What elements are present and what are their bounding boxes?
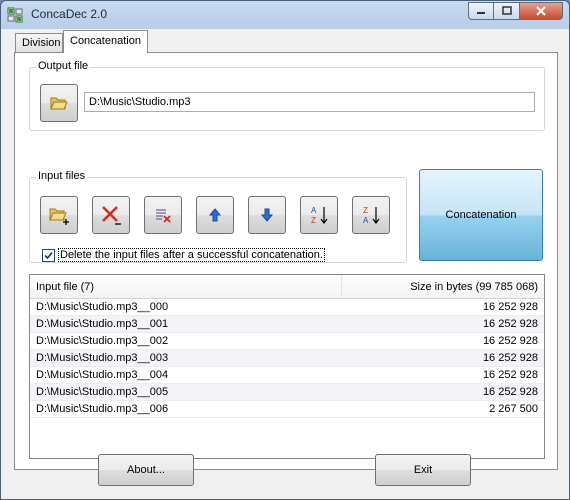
add-folder-icon [49, 208, 69, 225]
input-files-group: Input files A Z Z A Delete the input fil… [29, 170, 407, 263]
open-folder-icon [50, 97, 68, 110]
size-cell: 2 267 500 [489, 403, 538, 415]
table-row[interactable]: D:\Music\Studio.mp3__006 2 267 500 [30, 401, 544, 418]
tab-division[interactable]: Division [15, 33, 63, 53]
delete-files-option[interactable]: Delete the input files after a successfu… [42, 248, 325, 262]
table-row[interactable]: D:\Music\Studio.mp3__002 16 252 928 [30, 333, 544, 350]
file-cell: D:\Music\Studio.mp3__003 [36, 352, 169, 364]
sort-ascending-button[interactable]: A Z [300, 196, 338, 234]
delete-files-checkbox[interactable] [42, 248, 55, 262]
minimize-icon [477, 12, 485, 14]
arrow-down-icon [260, 208, 274, 222]
move-down-button[interactable] [248, 196, 286, 234]
maximize-icon [501, 6, 512, 15]
concatenation-panel: Output file D:\Music\Studio.mp3 Input fi… [14, 52, 558, 470]
column-header-size[interactable]: Size in bytes (99 785 068) [342, 275, 544, 298]
size-cell: 16 252 928 [482, 318, 538, 330]
app-logo-icon [7, 7, 23, 23]
delete-icon [102, 206, 121, 225]
browse-output-button[interactable] [40, 84, 78, 122]
table-header: Input file (7) Size in bytes (99 785 068… [30, 275, 544, 299]
table-body: D:\Music\Studio.mp3__000 16 252 928 D:\Mu… [30, 299, 544, 418]
window-title: ConcaDec 2.0 [31, 7, 108, 21]
size-cell: 16 252 928 [482, 369, 538, 381]
app-window: ConcaDec 2.0 Division Concatenation Outp… [0, 0, 570, 500]
sort-descending-icon: Z A [363, 206, 380, 225]
clear-list-icon [156, 209, 171, 223]
delete-files-label: Delete the input files after a successfu… [58, 248, 325, 262]
sort-descending-button[interactable]: Z A [352, 196, 390, 234]
output-path-field[interactable]: D:\Music\Studio.mp3 [84, 92, 535, 112]
file-cell: D:\Music\Studio.mp3__004 [36, 369, 169, 381]
svg-text:A: A [311, 206, 317, 215]
close-button[interactable] [520, 2, 563, 20]
input-files-label: Input files [36, 170, 88, 182]
file-cell: D:\Music\Studio.mp3__005 [36, 386, 169, 398]
remove-file-button[interactable] [92, 196, 130, 234]
about-button[interactable]: About... [98, 454, 194, 486]
exit-button[interactable]: Exit [375, 454, 471, 486]
tab-concatenation[interactable]: Concatenation [63, 30, 148, 53]
file-cell: D:\Music\Studio.mp3__002 [36, 335, 169, 347]
column-header-input-file[interactable]: Input file (7) [30, 275, 342, 298]
svg-text:A: A [363, 216, 369, 225]
output-file-label: Output file [36, 60, 91, 72]
sort-ascending-icon: A Z [311, 206, 328, 225]
svg-text:Z: Z [311, 216, 316, 225]
table-row[interactable]: D:\Music\Studio.mp3__003 16 252 928 [30, 350, 544, 367]
arrow-up-icon [208, 208, 222, 222]
concatenation-button[interactable]: Concatenation [419, 169, 543, 261]
clear-list-button[interactable] [144, 196, 182, 234]
minimize-button[interactable] [468, 2, 494, 20]
table-row[interactable]: D:\Music\Studio.mp3__001 16 252 928 [30, 316, 544, 333]
input-files-table[interactable]: Input file (7) Size in bytes (99 785 068… [29, 274, 545, 459]
close-icon [536, 6, 546, 16]
size-cell: 16 252 928 [482, 301, 538, 313]
size-cell: 16 252 928 [482, 335, 538, 347]
checkmark-icon [44, 251, 53, 259]
table-row[interactable]: D:\Music\Studio.mp3__005 16 252 928 [30, 384, 544, 401]
add-files-button[interactable] [40, 196, 78, 234]
client-area: Division Concatenation Output file D:\Mu… [1, 29, 569, 499]
table-row[interactable]: D:\Music\Studio.mp3__004 16 252 928 [30, 367, 544, 384]
output-file-group: Output file D:\Music\Studio.mp3 [29, 60, 545, 131]
svg-text:Z: Z [363, 206, 368, 215]
size-cell: 16 252 928 [482, 352, 538, 364]
file-cell: D:\Music\Studio.mp3__006 [36, 403, 169, 415]
file-cell: D:\Music\Studio.mp3__000 [36, 301, 169, 313]
file-cell: D:\Music\Studio.mp3__001 [36, 318, 169, 330]
size-cell: 16 252 928 [482, 386, 538, 398]
title-bar[interactable]: ConcaDec 2.0 [1, 1, 569, 29]
maximize-button[interactable] [494, 2, 520, 20]
table-row[interactable]: D:\Music\Studio.mp3__000 16 252 928 [30, 299, 544, 316]
move-up-button[interactable] [196, 196, 234, 234]
